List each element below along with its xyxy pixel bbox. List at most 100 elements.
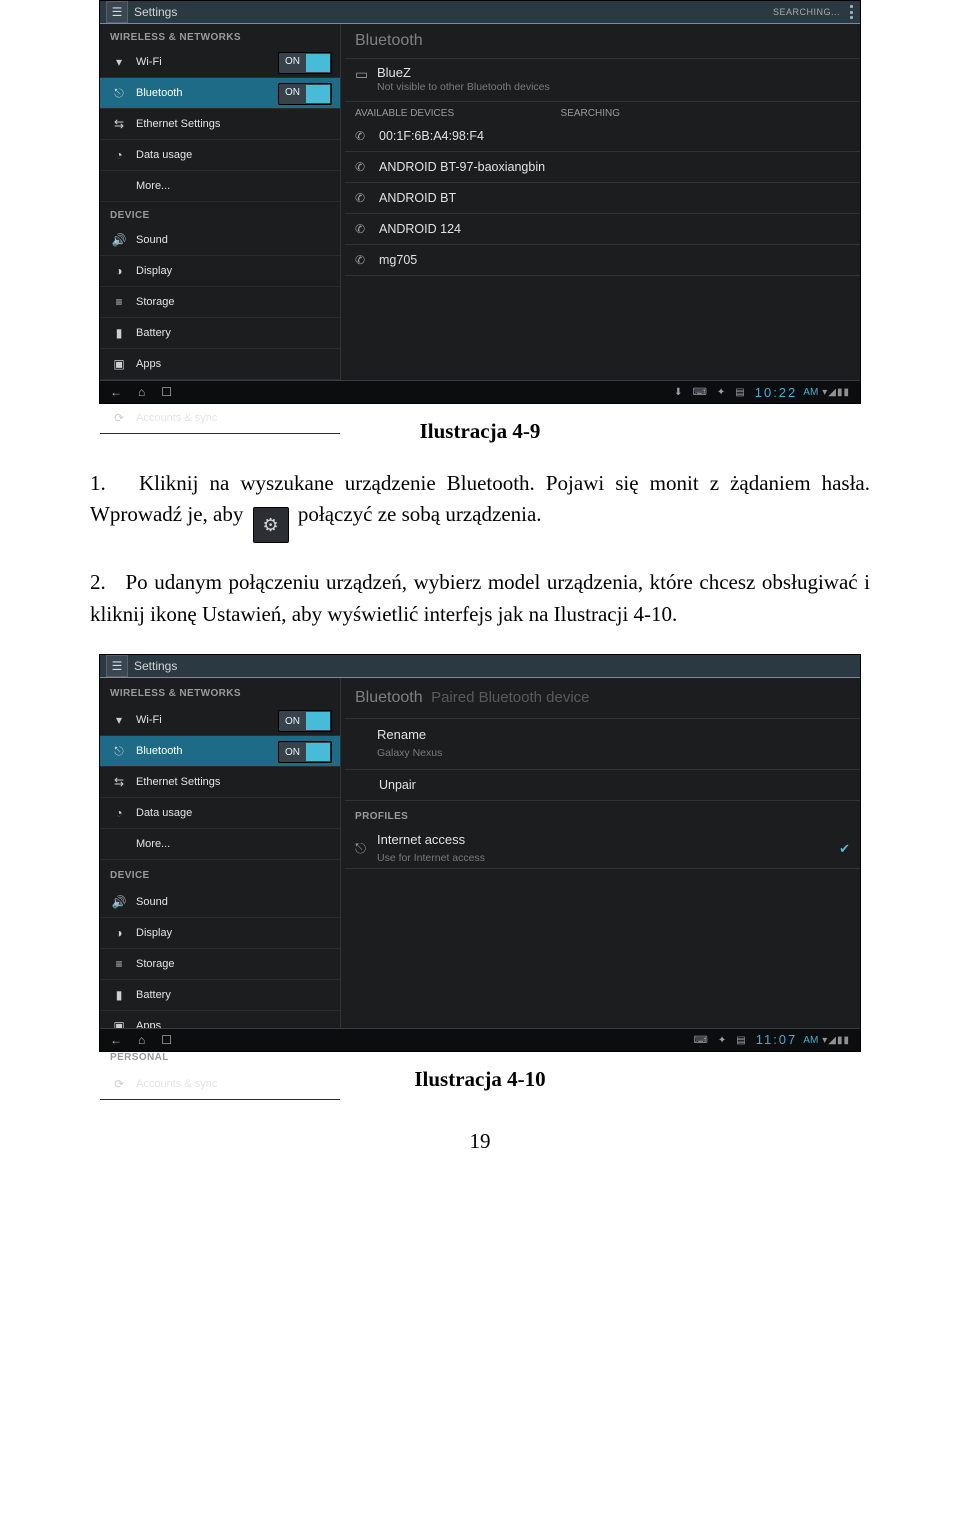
own-device-row[interactable]: ▭ BlueZ Not visible to other Bluetooth d… bbox=[345, 59, 860, 102]
bt-device-row[interactable]: ✆ANDROID BT-97-baoxiangbin bbox=[345, 152, 860, 183]
system-nav-bar: ← ⌂ ☐ ⬇ ⌨ ✦ ▤ 10:22 AM ▾◢▮▮ bbox=[100, 380, 860, 403]
section-device: DEVICE bbox=[100, 860, 340, 887]
sidebar-item-ethernet[interactable]: ⇆Ethernet Settings bbox=[100, 767, 340, 798]
sliders-icon: ⚙ bbox=[253, 507, 289, 543]
clock-ampm: AM bbox=[803, 387, 818, 398]
action-bar: ☰ Settings bbox=[100, 655, 860, 678]
sidebar-item-display[interactable]: ◑ Display bbox=[100, 256, 340, 287]
rename-row[interactable]: Rename Galaxy Nexus bbox=[345, 719, 860, 770]
sidebar-label: Bluetooth bbox=[136, 87, 182, 99]
display-icon: ◑ bbox=[110, 264, 128, 278]
sidebar-item-wifi[interactable]: ▾ Wi-Fi ON bbox=[100, 705, 340, 736]
sidebar-item-accounts[interactable]: ⟳ Accounts & sync bbox=[100, 403, 340, 434]
phone-icon: ✆ bbox=[355, 129, 375, 143]
section-wireless: WIRELESS & NETWORKS bbox=[100, 678, 340, 705]
sd-icon: ▤ bbox=[736, 1033, 745, 1048]
bluetooth-share-icon: ⎋ bbox=[355, 838, 377, 859]
sidebar-label: More... bbox=[136, 180, 170, 192]
back-icon[interactable]: ← bbox=[110, 1031, 122, 1049]
section-wireless: WIRELESS & NETWORKS bbox=[100, 24, 340, 47]
phone-icon: ✆ bbox=[355, 160, 375, 174]
bt-device-row[interactable]: ✆mg705 bbox=[345, 245, 860, 276]
bt-device-row[interactable]: ✆ANDROID BT bbox=[345, 183, 860, 214]
status-icons: ▾◢▮▮ bbox=[822, 387, 850, 398]
sidebar-item-sound[interactable]: 🔊Sound bbox=[100, 887, 340, 918]
sidebar-item-battery[interactable]: ▮Battery bbox=[100, 980, 340, 1011]
available-header: AVAILABLE DEVICES bbox=[355, 108, 454, 119]
usb-icon: ✦ bbox=[718, 1033, 726, 1048]
panel-breadcrumb: Bluetooth Paired Bluetooth device bbox=[345, 678, 860, 719]
sidebar-item-more[interactable]: More... bbox=[100, 829, 340, 860]
recent-icon[interactable]: ☐ bbox=[161, 385, 172, 399]
system-nav-bar: ← ⌂ ☐ ⌨ ✦ ▤ 11:07 AM ▾◢▮▮ bbox=[100, 1028, 860, 1051]
sidebar-label: Display bbox=[136, 265, 172, 277]
sidebar-item-data-usage[interactable]: ◔Data usage bbox=[100, 798, 340, 829]
ethernet-icon: ⇆ bbox=[110, 117, 128, 131]
tablet-icon: ▭ bbox=[355, 66, 377, 83]
sidebar-item-battery[interactable]: ▮ Battery bbox=[100, 318, 340, 349]
screenshot-1: ☰ Settings SEARCHING... WIRELESS & NETWO… bbox=[99, 0, 861, 404]
battery-icon: ▮ bbox=[110, 986, 128, 1004]
unpair-row[interactable]: Unpair bbox=[345, 770, 860, 801]
sidebar-item-more[interactable]: More... bbox=[100, 171, 340, 202]
keyboard-icon: ⌨ bbox=[692, 387, 706, 398]
sidebar-item-apps[interactable]: ▣ Apps bbox=[100, 349, 340, 380]
sidebar-item-storage[interactable]: ≡Storage bbox=[100, 949, 340, 980]
section-device: DEVICE bbox=[100, 202, 340, 225]
sidebar-item-display[interactable]: ◑Display bbox=[100, 918, 340, 949]
sidebar-item-sound[interactable]: 🔊 Sound bbox=[100, 225, 340, 256]
sidebar-label: Apps bbox=[136, 358, 161, 370]
back-icon[interactable]: ← bbox=[110, 385, 122, 399]
clock-time: 10:22 bbox=[755, 385, 798, 400]
sidebar-item-accounts[interactable]: ⟳Accounts & sync bbox=[100, 1069, 340, 1100]
overflow-menu-icon[interactable] bbox=[850, 5, 854, 19]
detail-panel: Bluetooth ▭ BlueZ Not visible to other B… bbox=[341, 24, 860, 382]
settings-icon: ☰ bbox=[106, 1, 128, 23]
apps-icon: ▣ bbox=[110, 357, 128, 371]
sidebar-item-data-usage[interactable]: ◔ Data usage bbox=[100, 140, 340, 171]
sidebar-label: Wi-Fi bbox=[136, 56, 162, 68]
app-title: Settings bbox=[134, 5, 177, 19]
sidebar-label: Data usage bbox=[136, 149, 192, 161]
recent-icon[interactable]: ☐ bbox=[161, 1031, 172, 1049]
home-icon[interactable]: ⌂ bbox=[138, 1031, 145, 1049]
wifi-icon: ▾ bbox=[110, 55, 128, 69]
bt-device-row[interactable]: ✆ANDROID 124 bbox=[345, 214, 860, 245]
clock-time: 11:07 bbox=[756, 1030, 798, 1050]
settings-icon: ☰ bbox=[106, 655, 128, 677]
document-body: Ilustracja 4-9 1. Kliknij na wyszukane u… bbox=[0, 416, 960, 1197]
phone-icon: ✆ bbox=[355, 222, 375, 236]
searching-status: SEARCHING... bbox=[773, 7, 840, 17]
wifi-toggle[interactable]: ON bbox=[278, 52, 332, 74]
profile-row[interactable]: ⎋ Internet access Use for Internet acces… bbox=[345, 828, 860, 869]
sidebar-label: Sound bbox=[136, 234, 168, 246]
detail-panel: Bluetooth Paired Bluetooth device Rename… bbox=[341, 678, 860, 1030]
bt-device-row[interactable]: ✆00:1F:6B:A4:98:F4 bbox=[345, 121, 860, 152]
bluetooth-toggle[interactable]: ON bbox=[278, 83, 332, 105]
sidebar-item-storage[interactable]: ≡ Storage bbox=[100, 287, 340, 318]
sidebar-item-ethernet[interactable]: ⇆ Ethernet Settings bbox=[100, 109, 340, 140]
data-usage-icon: ◔ bbox=[110, 148, 128, 162]
screenshot-2: ☰ Settings WIRELESS & NETWORKS ▾ Wi-Fi O… bbox=[99, 654, 861, 1052]
profiles-header: PROFILES bbox=[345, 801, 860, 828]
sidebar-item-bluetooth[interactable]: ⎋ Bluetooth ON bbox=[100, 736, 340, 767]
sidebar-item-wifi[interactable]: ▾ Wi-Fi ON bbox=[100, 47, 340, 78]
checkmark-icon[interactable]: ✔ bbox=[839, 839, 850, 859]
sidebar-label: Battery bbox=[136, 327, 171, 339]
usb-icon: ✦ bbox=[717, 387, 725, 398]
display-icon: ◑ bbox=[110, 924, 128, 942]
wifi-toggle[interactable]: ON bbox=[278, 710, 332, 732]
searching-label: SEARCHING bbox=[561, 108, 620, 119]
battery-icon: ▮ bbox=[110, 326, 128, 340]
sidebar-label: Accounts & sync bbox=[136, 412, 217, 424]
data-usage-icon: ◔ bbox=[110, 804, 128, 822]
sd-icon: ▤ bbox=[735, 387, 744, 398]
sidebar-item-bluetooth[interactable]: ⎋ Bluetooth ON bbox=[100, 78, 340, 109]
sync-icon: ⟳ bbox=[110, 1075, 128, 1093]
keyboard-icon: ⌨ bbox=[693, 1033, 707, 1048]
settings-sidebar: WIRELESS & NETWORKS ▾ Wi-Fi ON ⎋ Bluetoo… bbox=[100, 678, 341, 1030]
home-icon[interactable]: ⌂ bbox=[138, 385, 145, 399]
bluetooth-toggle[interactable]: ON bbox=[278, 741, 332, 763]
phone-icon: ✆ bbox=[355, 191, 375, 205]
own-device-subtitle: Not visible to other Bluetooth devices bbox=[377, 81, 550, 93]
